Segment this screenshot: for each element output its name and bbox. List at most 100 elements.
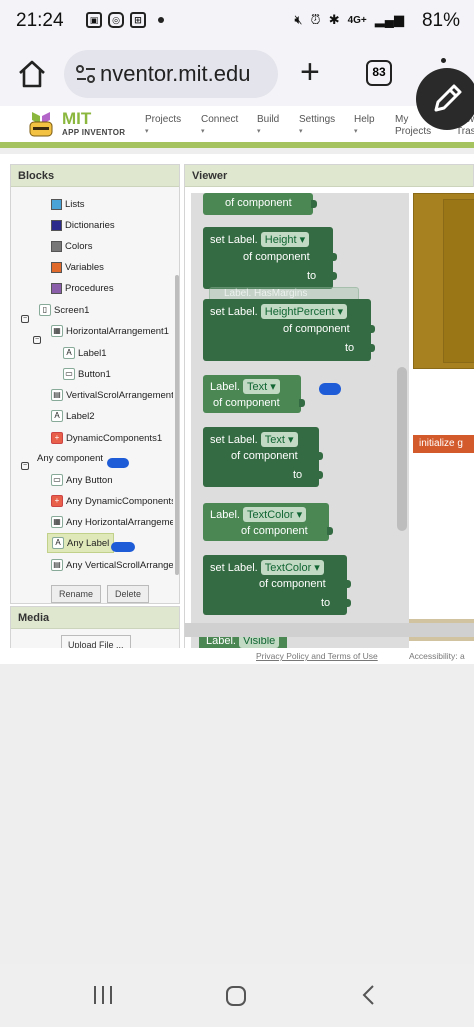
label-icon: A — [51, 410, 63, 422]
any-button[interactable]: ▭ Any Button — [51, 471, 112, 489]
builtin-colors[interactable]: Colors — [51, 237, 92, 255]
arrangement-icon: ▦ — [51, 325, 63, 337]
workspace-horizontal-scrollbar[interactable] — [185, 623, 474, 637]
delete-button[interactable]: Delete — [107, 585, 150, 603]
label-icon: A — [63, 347, 75, 359]
media-panel: Media Upload File ... — [10, 606, 180, 648]
status-bar: 21:24 ▣ ◎ ⊞ 🔇︎ ⏰︎ ✱ 4G+ ▂▄▆ 81% — [0, 0, 474, 44]
property-dropdown[interactable]: Text ▾ — [243, 379, 280, 394]
blocks-flyout[interactable]: of component set Label. Height ▾ of comp… — [191, 193, 409, 648]
blocks-tree[interactable]: Lists Dictionaries Colors Variables Proc… — [11, 187, 173, 573]
collapse-horizontal-arrangement-icon[interactable]: − — [33, 336, 41, 344]
media-panel-title: Media — [11, 607, 179, 629]
edit-fab-button[interactable] — [416, 68, 474, 130]
privacy-link[interactable]: Privacy Policy and Terms of Use — [256, 651, 378, 661]
collapse-any-component-icon[interactable]: − — [21, 462, 29, 470]
logo-subtitle: APP INVENTOR — [62, 128, 126, 137]
browser-toolbar: nventor.mit.edu + 83 — [0, 44, 474, 106]
builtin-dictionaries[interactable]: Dictionaries — [51, 216, 115, 234]
back-icon[interactable] — [358, 984, 380, 1006]
nav-build[interactable]: Build ▾ — [257, 114, 279, 138]
chevron-down-icon: ▾ — [299, 128, 303, 135]
signal-icon: ▂▄▆ — [374, 12, 404, 27]
any-dynamic-components[interactable]: + Any DynamicComponents — [51, 492, 173, 510]
component-vertical-scroll-arrangement[interactable]: ▤ VertivalScrolArrangement — [51, 386, 173, 404]
button-icon: ▭ — [63, 368, 75, 380]
chevron-down-icon: ▾ — [354, 128, 358, 135]
status-notifications: ▣ ◎ ⊞ — [86, 12, 164, 28]
any-label-selected[interactable]: A Any Label — [47, 533, 115, 553]
property-dropdown[interactable]: TextColor ▾ — [260, 560, 324, 575]
label-icon: A — [52, 537, 64, 549]
instagram-icon: ◎ — [108, 12, 124, 28]
upload-file-button[interactable]: Upload File ... — [61, 635, 131, 648]
blocks-workspace[interactable]: initialize g when any Butto of component… — [185, 187, 474, 648]
pencil-icon — [434, 84, 462, 112]
recent-apps-icon[interactable] — [92, 984, 114, 1006]
url-text: nventor.mit.edu — [100, 61, 251, 86]
label-text-getter-block[interactable]: Label. Text ▾ of component — [203, 375, 305, 413]
component-screen1[interactable]: ▯ Screen1 — [39, 301, 89, 319]
any-component-header[interactable]: Any component — [37, 449, 103, 467]
blocks-panel-title: Blocks — [11, 165, 179, 187]
set-label-textcolor-block[interactable]: set Label. TextColor ▾ of component to — [203, 555, 351, 615]
label-textcolor-getter-block[interactable]: Label. TextColor ▾ of component — [203, 503, 333, 541]
property-dropdown[interactable]: HeightPercent ▾ — [260, 304, 348, 319]
chevron-down-icon: ▾ — [145, 128, 149, 135]
set-label-heightpercent-block[interactable]: set Label. HeightPercent ▾ of component … — [203, 299, 375, 361]
set-label-text-block[interactable]: set Label. Text ▾ of component to — [203, 427, 323, 487]
lists-color-icon — [51, 198, 62, 210]
flyout-scrollbar[interactable] — [397, 367, 407, 531]
chevron-down-icon: ▾ — [257, 128, 261, 135]
redaction-mark — [319, 383, 341, 395]
redaction-mark — [107, 458, 129, 468]
procedures-color-icon — [51, 282, 62, 294]
nav-connect[interactable]: Connect ▾ — [201, 114, 238, 138]
property-dropdown[interactable]: Text ▾ — [260, 432, 298, 447]
nav-settings[interactable]: Settings ▾ — [299, 114, 335, 138]
accessibility-link[interactable]: Accessibility: a — [409, 651, 465, 661]
home-icon[interactable] — [16, 58, 48, 90]
property-dropdown[interactable]: Height ▾ — [260, 232, 310, 247]
property-dropdown[interactable]: TextColor ▾ — [243, 507, 307, 522]
collapse-screen1-icon[interactable]: − — [21, 315, 29, 323]
system-nav-bar — [0, 964, 474, 1027]
designer-main-area: Blocks Lists Dictionaries Colors Variabl… — [0, 154, 474, 648]
home-nav-icon[interactable] — [224, 984, 248, 1008]
arrangement-icon: ▦ — [51, 516, 63, 528]
site-settings-icon[interactable] — [76, 65, 96, 83]
status-system-icons: 🔇︎ ⏰︎ ✱ 4G+ ▂▄▆ — [294, 12, 404, 28]
component-label1[interactable]: A Label1 — [63, 344, 107, 362]
set-label-height-block[interactable]: set Label. Height ▾ of component to — [203, 227, 337, 289]
any-horizontal-arrangement[interactable]: ▦ Any HorizontalArrangement — [51, 513, 173, 531]
address-bar[interactable]: nventor.mit.edu — [64, 50, 278, 98]
new-tab-button[interactable]: + — [300, 52, 320, 92]
more-notifications-icon — [158, 17, 164, 23]
getter-block-partial[interactable]: of component — [203, 193, 317, 215]
builtin-lists[interactable]: Lists — [51, 195, 85, 213]
builtin-variables[interactable]: Variables — [51, 258, 104, 276]
rename-button[interactable]: Rename — [51, 585, 102, 603]
nav-help[interactable]: Help ▾ — [354, 114, 375, 138]
builtin-procedures[interactable]: Procedures — [51, 279, 114, 297]
app-inventor-logo-icon[interactable] — [24, 110, 58, 140]
alarm-icon: ⏰︎ — [310, 12, 321, 27]
tree-scrollbar[interactable] — [175, 275, 179, 575]
screen-icon: ▯ — [39, 304, 51, 316]
tab-count-button[interactable]: 83 — [366, 60, 392, 86]
component-horizontal-arrangement1[interactable]: ▦ HorizontalArrangement1 — [51, 322, 169, 340]
battery-level: 81% — [421, 10, 460, 31]
workspace-event-block-inner[interactable] — [443, 199, 474, 363]
network-type: 4G+ — [347, 14, 367, 26]
gallery-icon: ▣ — [86, 12, 102, 28]
nav-projects[interactable]: Projects ▾ — [145, 114, 181, 138]
any-vertical-scroll-arrangement[interactable]: ▤Any VerticalScrollArrangement — [51, 556, 173, 573]
status-time: 21:24 — [16, 10, 64, 31]
dictionaries-color-icon — [51, 219, 62, 231]
component-label2[interactable]: A Label2 — [51, 407, 95, 425]
colors-color-icon — [51, 240, 62, 252]
component-dynamic-components1[interactable]: + DynamicComponents1 — [51, 429, 162, 447]
browser-menu-icon[interactable] — [441, 58, 446, 63]
component-button1[interactable]: ▭ Button1 — [63, 365, 111, 383]
initialize-global-block[interactable]: initialize g — [413, 435, 474, 453]
